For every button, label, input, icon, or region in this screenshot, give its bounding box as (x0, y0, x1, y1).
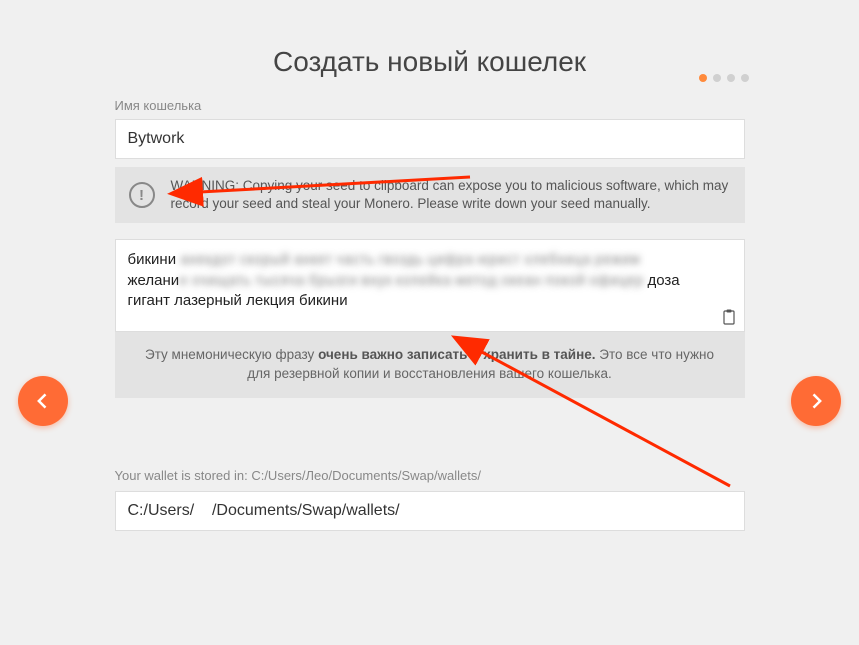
clipboard-icon[interactable] (722, 309, 736, 325)
seed-warning-text: WARNING: Copying your seed to clipboard … (171, 177, 731, 213)
next-button[interactable] (791, 376, 841, 426)
step-indicator (699, 74, 749, 82)
chevron-left-icon (33, 391, 53, 411)
seed-word: доза (643, 272, 679, 289)
chevron-right-icon (806, 391, 826, 411)
step-dot-4 (741, 74, 749, 82)
seed-phrase-box: бикини анекдот скорый анкет часть гвоздь… (115, 239, 745, 332)
step-dot-3 (727, 74, 735, 82)
seed-word: гигант лазерный лекция бикини (128, 292, 348, 309)
step-dot-2 (713, 74, 721, 82)
mnemonic-note-pre: Эту мнемоническую фразу (145, 347, 318, 362)
mnemonic-note-bold: очень важно записать и хранить в тайне. (318, 347, 595, 362)
wallet-name-input[interactable] (115, 119, 745, 159)
seed-blurred: е очищать тысяча брызги внук копейка мет… (179, 272, 643, 289)
mnemonic-note: Эту мнемоническую фразу очень важно запи… (115, 332, 745, 398)
back-button[interactable] (18, 376, 68, 426)
seed-blurred: анекдот скорый анкет часть гвоздь цифра … (176, 251, 640, 268)
seed-word: желани (128, 272, 180, 289)
seed-word: бикини (128, 251, 177, 268)
step-dot-1 (699, 74, 707, 82)
wallet-path-label: Your wallet is stored in: C:/Users/Лео/D… (115, 468, 745, 483)
wallet-path-input[interactable] (115, 491, 745, 531)
seed-warning-box: ! WARNING: Copying your seed to clipboar… (115, 167, 745, 223)
wallet-name-label: Имя кошелька (115, 98, 745, 113)
warning-icon: ! (129, 182, 155, 208)
